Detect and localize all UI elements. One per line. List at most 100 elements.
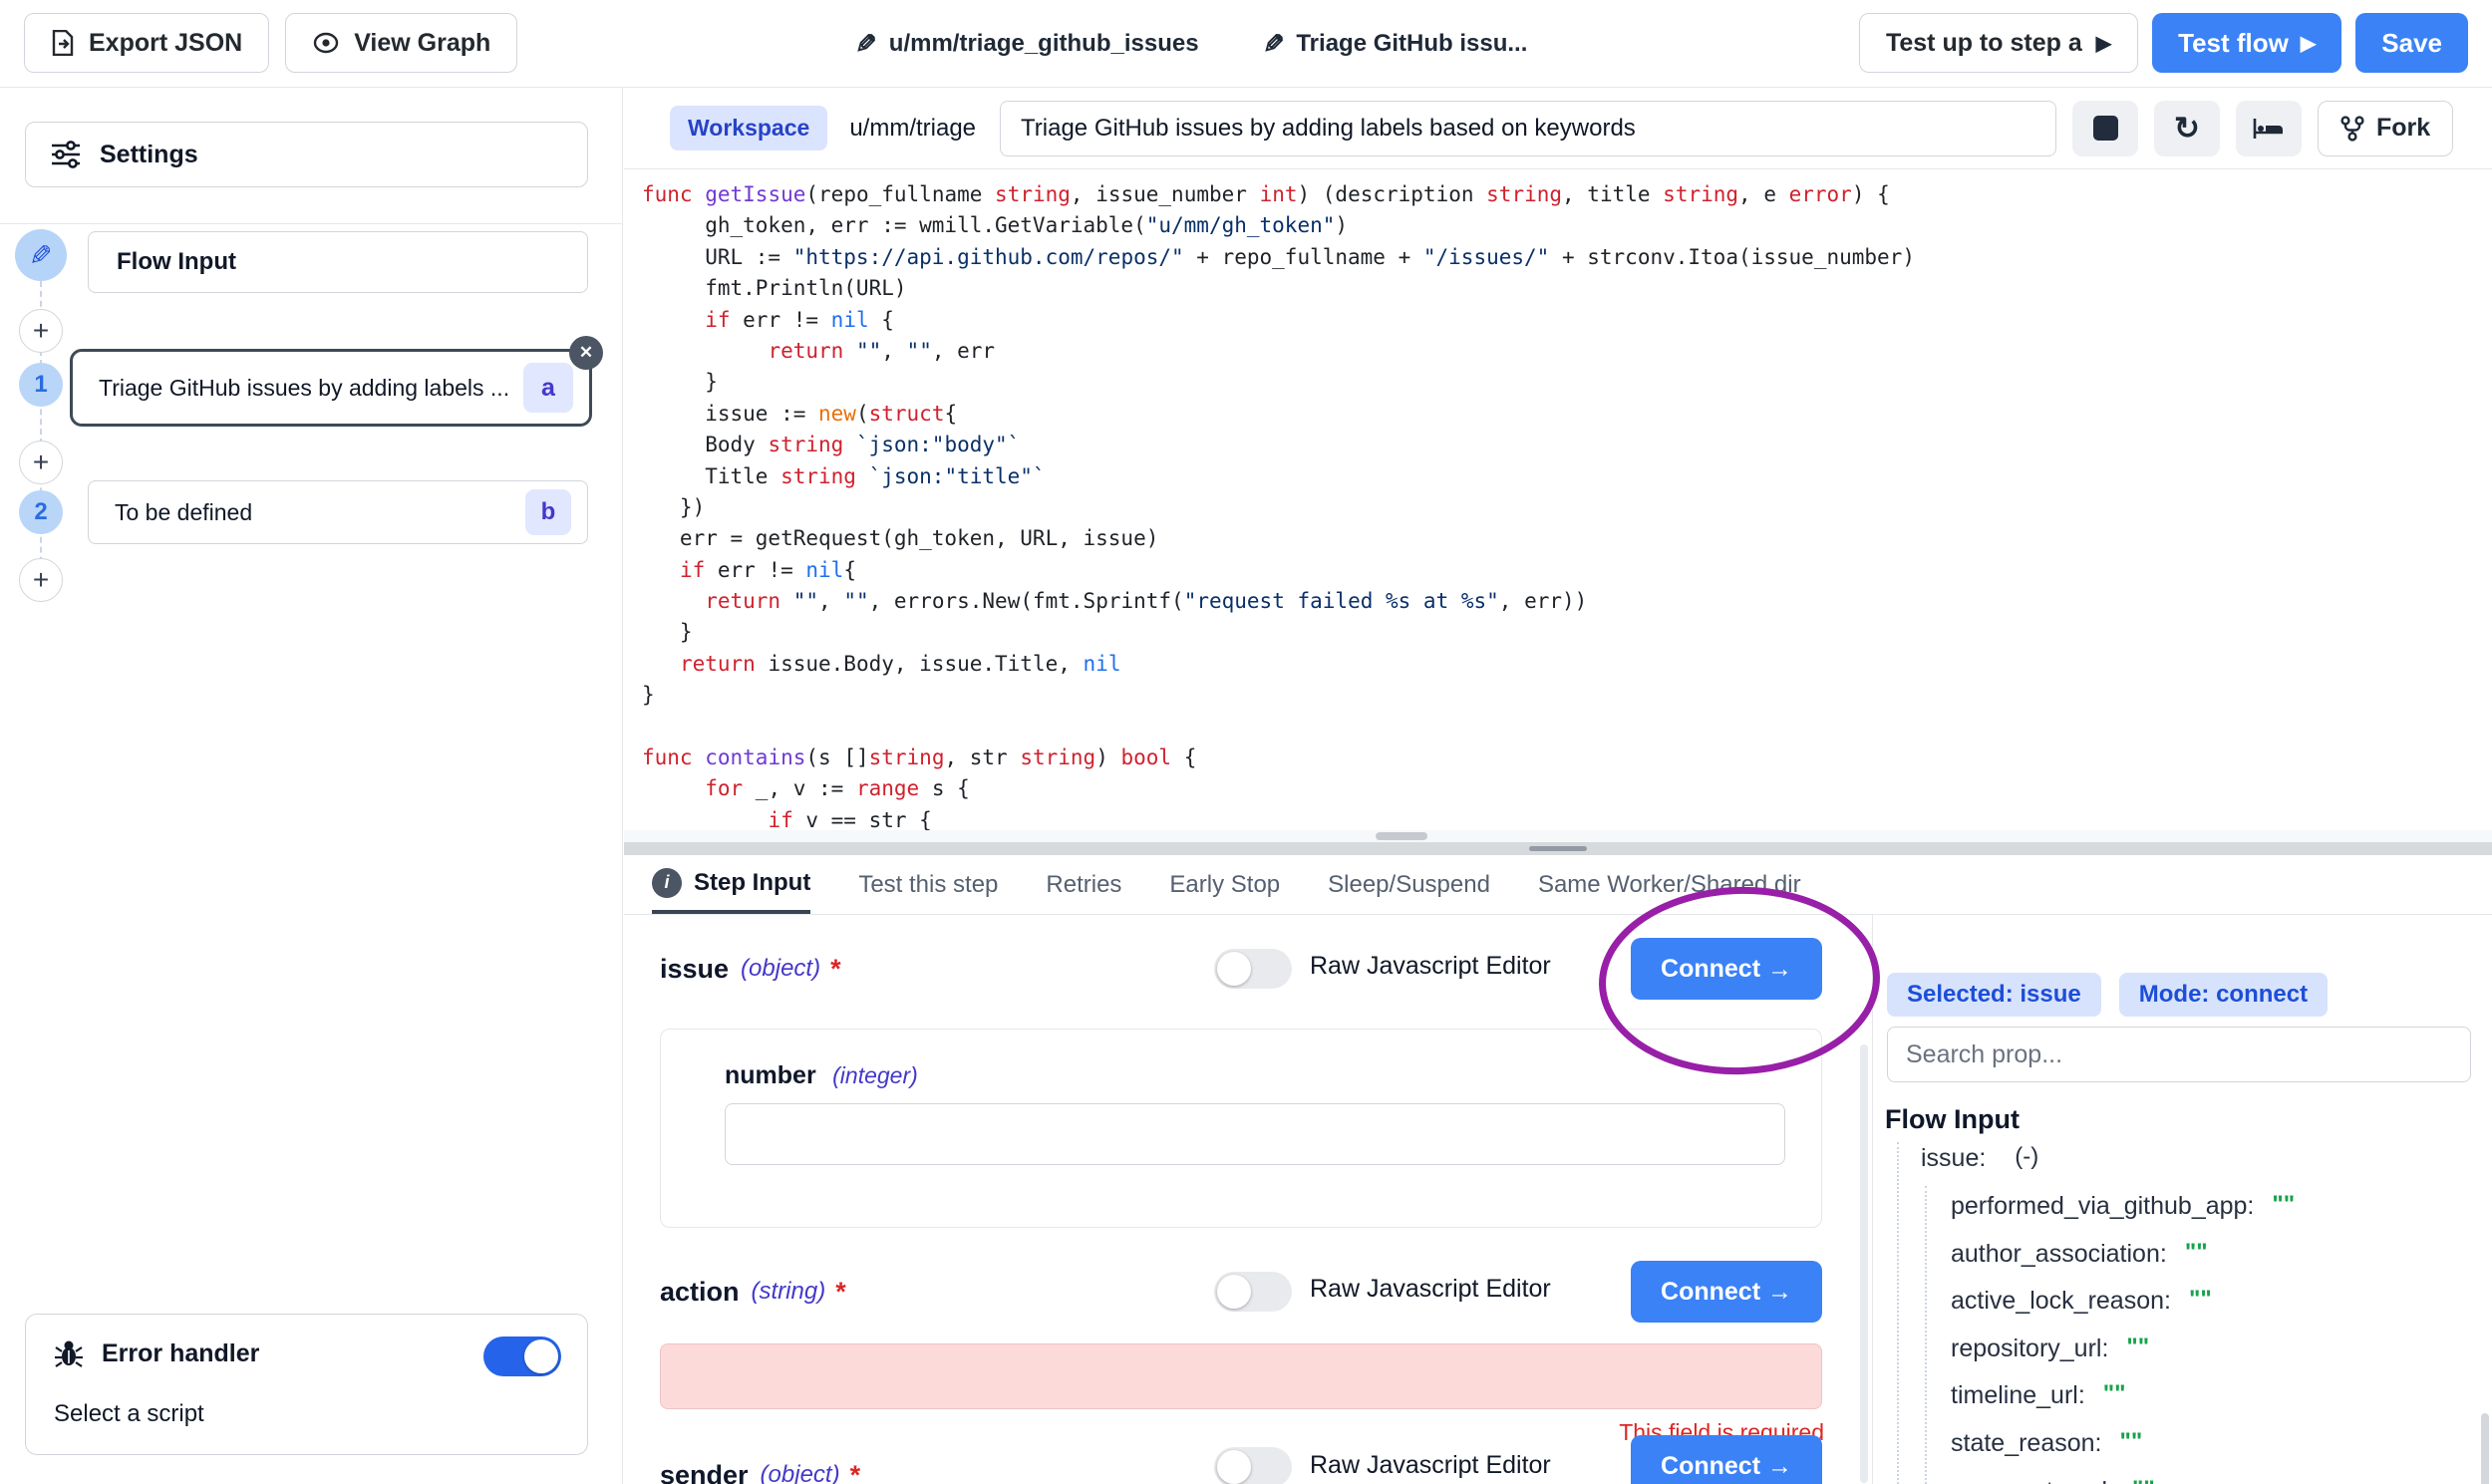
sleep-button[interactable]	[2236, 101, 2302, 156]
field-name: sender	[660, 1460, 749, 1484]
step-1-label: Triage GitHub issues by adding labels ..…	[99, 375, 509, 402]
tab-sleep-suspend[interactable]: Sleep/Suspend	[1328, 855, 1490, 914]
tree-item-performed_via_github_app[interactable]: performed_via_github_app:""	[1951, 1190, 2295, 1238]
flow-input-node[interactable]: Flow Input	[88, 231, 588, 293]
stop-icon	[2093, 116, 2118, 141]
tab-step-input[interactable]: iStep Input	[652, 855, 810, 914]
tab-early-stop[interactable]: Early Stop	[1169, 855, 1280, 914]
sliders-icon	[50, 140, 82, 169]
main-panel: Workspace u/mm/triage ↻ Fork func getIss…	[624, 88, 2492, 1484]
step-1-number: 1	[19, 363, 63, 407]
form-scrollbar[interactable]	[1860, 1044, 1868, 1483]
code-line: func getIssue(repo_fullname string, issu…	[642, 179, 1915, 210]
action-input[interactable]	[660, 1343, 1822, 1409]
tab-label: Early Stop	[1169, 871, 1280, 899]
search-prop-input[interactable]	[1887, 1027, 2471, 1082]
connect-button-action[interactable]: Connect →	[1631, 1261, 1822, 1323]
tree-value: ""	[2189, 1283, 2212, 1316]
raw-editor-toggle-issue[interactable]	[1214, 949, 1292, 989]
refresh-icon: ↻	[2174, 111, 2200, 147]
tree-item-author_association[interactable]: author_association: ""	[1951, 1238, 2295, 1286]
field-type: (object)	[761, 1461, 840, 1484]
error-handler-toggle[interactable]	[483, 1336, 561, 1376]
error-handler-subtitle[interactable]: Select a script	[54, 1400, 204, 1428]
tree-item-timeline_url[interactable]: timeline_url:""	[1951, 1379, 2295, 1427]
test-up-to-step-button[interactable]: Test up to step a ▶	[1859, 13, 2138, 73]
flow-input-heading: Flow Input	[1885, 1104, 2020, 1135]
flow-input-label: Flow Input	[117, 248, 236, 276]
tree-value: ""	[2185, 1236, 2208, 1269]
add-step-button[interactable]: +	[19, 309, 63, 353]
flow-title-crumb[interactable]: ✎ Triage GitHub issu...	[1263, 29, 1528, 60]
tab-test-this-step[interactable]: Test this step	[858, 855, 998, 914]
code-line	[642, 712, 1915, 742]
tab-same-worker-shared-dir[interactable]: Same Worker/Shared dir	[1538, 855, 1801, 914]
step-summary-input[interactable]	[1000, 101, 2056, 156]
issue-object-group: number (integer)	[660, 1029, 1822, 1228]
tab-label: Test this step	[858, 871, 998, 899]
code-editor[interactable]: func getIssue(repo_fullname string, issu…	[624, 169, 2492, 830]
field-label-issue: issue (object) *	[660, 937, 841, 1001]
tree-item-state_reason[interactable]: state_reason:""	[1951, 1427, 2295, 1475]
step-config-panel: iStep Input Test this step Retries Early St…	[624, 855, 2492, 1484]
field-label-number: number (integer)	[725, 1061, 918, 1090]
code-line: }	[642, 680, 1915, 711]
tree-key: state_reason:	[1951, 1427, 2102, 1460]
tree-guide-line	[1897, 1142, 1899, 1484]
connect-panel-scrollbar[interactable]	[2481, 1413, 2489, 1484]
remove-step-icon[interactable]: ✕	[569, 336, 603, 370]
code-line: URL := "https://api.github.com/repos/" +…	[642, 242, 1915, 273]
tree-item-issue[interactable]: issue: (-)	[1921, 1142, 2038, 1175]
step-node-2[interactable]: To be defined b	[88, 480, 588, 544]
connect-button-issue[interactable]: Connect →	[1631, 938, 1822, 1000]
tree-key: comments_url:	[1951, 1475, 2114, 1484]
flow-path-crumb[interactable]: ✎ u/mm/triage_github_issues	[855, 29, 1199, 60]
code-line: if v == str {	[642, 805, 1915, 830]
raw-editor-label: Raw Javascript Editor	[1310, 1451, 1551, 1480]
code-line: fmt.Println(URL)	[642, 273, 1915, 304]
test-flow-button[interactable]: Test flow ▶	[2152, 13, 2341, 73]
fork-icon	[2340, 116, 2364, 142]
view-graph-button[interactable]: View Graph	[285, 13, 517, 73]
code-horizontal-scrollbar[interactable]	[624, 830, 2492, 842]
required-asterisk: *	[830, 954, 841, 985]
tree-key: performed_via_github_app:	[1951, 1190, 2254, 1223]
workspace-badge: Workspace	[670, 106, 827, 150]
settings-button[interactable]: Settings	[25, 122, 588, 187]
tab-label: Sleep/Suspend	[1328, 871, 1490, 899]
tree-item-comments_url[interactable]: comments_url:""	[1951, 1475, 2295, 1484]
raw-editor-toggle-action[interactable]	[1214, 1272, 1292, 1312]
tree-item-repository_url[interactable]: repository_url:""	[1951, 1333, 2295, 1380]
breadcrumb: ✎ u/mm/triage_github_issues ✎ Triage Git…	[855, 0, 1527, 88]
panel-resize-handle[interactable]	[624, 842, 2492, 855]
save-button[interactable]: Save	[2355, 13, 2468, 73]
scrollbar-thumb[interactable]	[1376, 832, 1427, 840]
add-step-button[interactable]: +	[19, 558, 63, 602]
code-line: func contains(s []string, str string) bo…	[642, 742, 1915, 773]
field-row-sender: sender (object) * Raw Javascript Editor …	[660, 1443, 1822, 1484]
tree-guide-line	[1925, 1186, 1927, 1484]
tab-retries[interactable]: Retries	[1046, 855, 1121, 914]
step-node-1[interactable]: Triage GitHub issues by adding labels ..…	[70, 349, 592, 427]
tab-label: Same Worker/Shared dir	[1538, 871, 1801, 899]
connect-button-sender[interactable]: Connect →	[1631, 1435, 1822, 1484]
error-handler-card: Error handler Select a script	[25, 1314, 588, 1455]
export-json-button[interactable]: Export JSON	[24, 13, 269, 73]
tree-value: ""	[2126, 1331, 2149, 1363]
pencil-icon: ✎	[1263, 29, 1285, 60]
raw-editor-toggle-sender[interactable]	[1214, 1447, 1292, 1484]
tree-key: active_lock_reason:	[1951, 1285, 2171, 1318]
tree-item-active_lock_reason[interactable]: active_lock_reason: ""	[1951, 1285, 2295, 1333]
add-step-button[interactable]: +	[19, 441, 63, 484]
field-label-sender: sender (object) *	[660, 1443, 860, 1484]
code-line: Body string `json:"body"`	[642, 430, 1915, 460]
field-name: number	[725, 1061, 816, 1089]
error-handler-title: Error handler	[102, 1339, 259, 1368]
stop-button[interactable]	[2072, 101, 2138, 156]
number-input[interactable]	[725, 1103, 1785, 1165]
fork-button[interactable]: Fork	[2318, 101, 2453, 156]
reload-button[interactable]: ↻	[2154, 101, 2220, 156]
tree-key: author_association:	[1951, 1238, 2167, 1271]
field-row-issue: issue (object) * Raw Javascript Editor C…	[660, 937, 1822, 1001]
field-type: (string)	[752, 1278, 826, 1306]
